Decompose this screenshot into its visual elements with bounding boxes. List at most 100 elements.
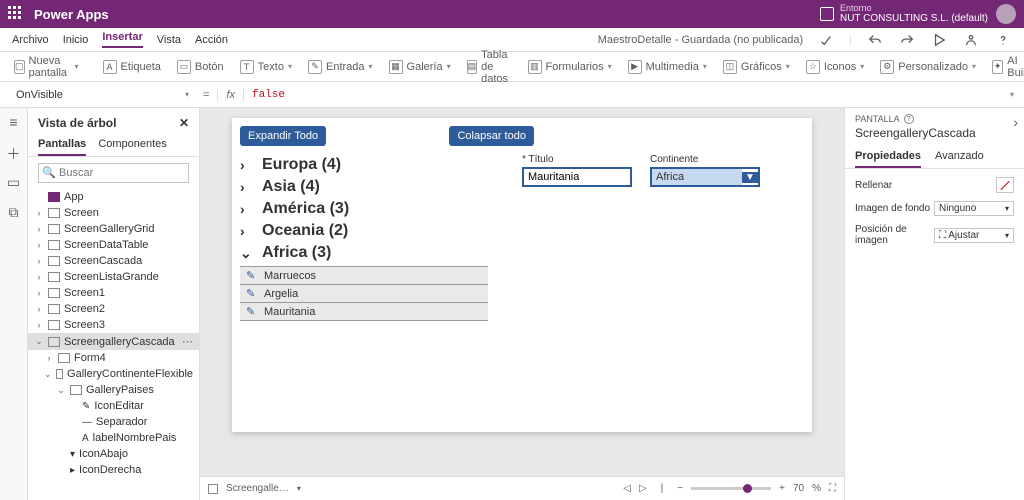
tree-app[interactable]: App [28,189,199,205]
continent-row[interactable]: ›Oceania (2) [240,220,804,242]
expand-all-button[interactable]: Expandir Todo [240,126,326,146]
menu-vista[interactable]: Vista [157,34,181,46]
share-icon[interactable] [962,31,980,49]
save-status: MaestroDetalle - Guardada (no publicada) [598,34,803,46]
prop-imagepos: Posición de imagen ⛶ Ajustar▾ [855,224,1014,246]
tab-pantallas[interactable]: Pantallas [38,134,86,156]
chevron-down-icon[interactable]: ▾ [297,484,301,493]
gallery-button[interactable]: ▦Galería▾ [383,56,457,78]
media-button[interactable]: ▶Multimedia▾ [622,56,713,78]
text-button[interactable]: TTexto▾ [234,56,298,78]
icons-button[interactable]: ☆Iconos▾ [800,56,870,78]
bgimage-select[interactable]: Ninguno▾ [934,201,1014,216]
tab-componentes[interactable]: Componentes [98,134,167,156]
detail-form: * Título Continente Africa▼ [522,154,760,187]
tree-item[interactable]: —Separador [28,414,199,430]
field-label-title: Título [529,154,554,165]
tree-item[interactable]: ⌄GalleryContinenteFlexible [28,366,199,382]
field-label-continent: Continente [650,154,760,165]
tree-item[interactable]: AlabelNombrePais [28,430,199,446]
user-avatar[interactable] [996,4,1016,24]
edit-icon[interactable]: ✎ [246,269,258,282]
status-bar: Screengalle… ▾ ◁ ▷ | − + 70 % ⛶ [200,476,844,500]
data-icon[interactable]: ▭ [6,174,22,190]
help-icon[interactable] [994,31,1012,49]
zoom-in-icon[interactable]: + [779,483,785,494]
continent-row[interactable]: ›América (3) [240,198,804,220]
environment-picker[interactable]: Entorno NUT CONSULTING S.L. (default) [820,4,988,25]
tree-screen[interactable]: ›Screen1 [28,285,199,301]
formula-value[interactable]: false [252,89,1002,101]
collapse-all-button[interactable]: Colapsar todo [449,126,534,146]
search-icon: 🔍 [42,166,56,179]
play-icon[interactable] [930,31,948,49]
media-icon[interactable]: ⧉ [6,204,22,220]
zoom-slider[interactable] [691,487,771,490]
datatable-button[interactable]: ▤Tabla de datos [461,45,518,89]
tree-view-icon[interactable]: ≡ [6,114,22,130]
new-screen-button[interactable]: ▢Nueva pantalla▾ [8,51,85,83]
tree-screen[interactable]: ›Screen3 [28,317,199,333]
prev-screen-icon[interactable]: ◁ [623,483,631,494]
tree-search[interactable]: 🔍 [38,163,189,183]
tree-screen[interactable]: ›ScreenCascada [28,253,199,269]
redo-icon[interactable] [898,31,916,49]
custom-button[interactable]: ⚙Personalizado▾ [874,56,982,78]
tree: App ›Screen ›ScreenGalleryGrid ›ScreenDa… [28,189,199,500]
tree-item[interactable]: ✎IconEditar [28,398,199,414]
app-launcher-icon[interactable] [8,6,24,22]
menu-accion[interactable]: Acción [195,34,228,46]
screen-name[interactable]: Screengalle… [226,483,289,494]
tab-propiedades[interactable]: Propiedades [855,146,921,168]
continent-row[interactable]: ⌄Africa (3) [240,242,804,264]
tree-screen[interactable]: ›Screen [28,205,199,221]
title-input[interactable] [522,167,632,187]
expand-panel-icon[interactable]: › [1013,114,1018,130]
insert-icon[interactable]: ＋ [6,144,22,160]
selected-name: ScreengalleryCascada [845,126,1024,146]
next-screen-icon[interactable]: ▷ [639,483,647,494]
label-button[interactable]: AEtiqueta [97,56,167,78]
imagepos-select[interactable]: ⛶ Ajustar▾ [934,228,1014,243]
menu-archivo[interactable]: Archivo [12,34,49,46]
tree-screen[interactable]: ›Screen2 [28,301,199,317]
continent-select[interactable]: Africa▼ [650,167,760,187]
tree-screen[interactable]: ›ScreenGalleryGrid [28,221,199,237]
tree-screen-selected[interactable]: ⌄ScreengalleryCascada⋯ [28,333,199,350]
edit-icon[interactable]: ✎ [246,305,258,318]
tree-screen[interactable]: ›ScreenDataTable [28,237,199,253]
property-select[interactable]: OnVisible▾ [10,87,195,103]
tree-item[interactable]: ›Form4 [28,350,199,366]
undo-icon[interactable] [866,31,884,49]
country-row[interactable]: ✎Marruecos [240,267,488,285]
countries-list: ✎Marruecos✎Argelia✎Mauritania [240,266,488,321]
charts-button[interactable]: ◫Gráficos▾ [717,56,796,78]
tab-avanzado[interactable]: Avanzado [935,146,984,168]
color-picker[interactable] [996,177,1014,193]
expand-formula-icon[interactable]: ▾ [1010,90,1014,99]
input-button[interactable]: ✎Entrada▾ [302,56,379,78]
country-row[interactable]: ✎Argelia [240,285,488,303]
app-title: Power Apps [34,7,109,22]
forms-button[interactable]: ▥Formularios▾ [522,56,618,78]
menu-inicio[interactable]: Inicio [63,34,89,46]
fx-icon[interactable]: fx [217,89,244,101]
aibuilder-button[interactable]: ✦AI Builder▾ [986,51,1024,83]
button-button[interactable]: ▭Botón [171,56,230,78]
canvas[interactable]: Expandir Todo Colapsar todo ›Europa (4)›… [232,118,812,432]
tree-screen[interactable]: ›ScreenListaGrande [28,269,199,285]
equals-sign: = [203,89,209,101]
tree-item[interactable]: ▸IconDerecha [28,462,199,478]
fit-icon[interactable]: ⛶ [829,483,836,494]
app-checker-icon[interactable] [817,31,835,49]
prop-bgimage: Imagen de fondo Ninguno▾ [855,201,1014,216]
tree-item[interactable]: ⌄GalleryPaises [28,382,199,398]
menu-insertar[interactable]: Insertar [102,31,142,48]
tree-item[interactable]: ▾IconAbajo [28,446,199,462]
edit-icon[interactable]: ✎ [246,287,258,300]
close-tree-icon[interactable]: ✕ [179,116,189,130]
search-input[interactable] [38,163,189,183]
zoom-out-icon[interactable]: − [677,483,683,494]
environment-icon [820,7,834,21]
country-row[interactable]: ✎Mauritania [240,303,488,321]
